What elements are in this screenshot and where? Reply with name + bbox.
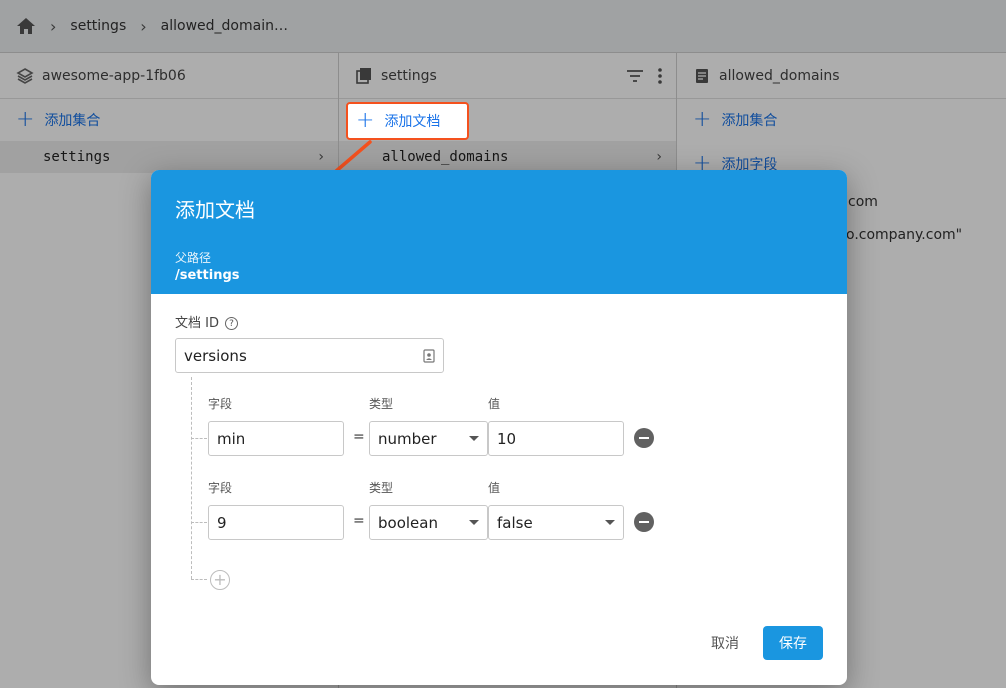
dialog-title: 添加文档: [175, 198, 255, 222]
tree-line: [191, 522, 207, 523]
add-document-dialog: 添加文档 父路径 /settings 文档 ID? versions 字段 类型…: [151, 170, 847, 685]
remove-field-icon[interactable]: [634, 512, 654, 532]
tree-line: [191, 579, 207, 580]
field-name-value: 9: [217, 513, 227, 532]
parent-path-value: /settings: [175, 268, 240, 283]
value-label: 值: [488, 397, 501, 411]
parent-path-label: 父路径: [175, 251, 212, 265]
doc-id-input[interactable]: versions: [175, 338, 444, 373]
add-document-label: 添加文档: [384, 114, 441, 130]
type-value: number: [378, 429, 437, 448]
remove-field-icon[interactable]: [634, 428, 654, 448]
field-name-input[interactable]: 9: [208, 505, 344, 540]
equals-sign: =: [353, 513, 365, 529]
field-name-input[interactable]: min: [208, 421, 344, 456]
save-button[interactable]: 保存: [763, 626, 823, 660]
tree-line: [191, 438, 207, 439]
type-label: 类型: [369, 481, 394, 495]
equals-sign: =: [353, 429, 365, 445]
contact-card-icon[interactable]: [423, 349, 435, 363]
type-select[interactable]: number: [369, 421, 488, 456]
dropdown-arrow-icon: [469, 520, 479, 525]
cancel-button[interactable]: 取消: [699, 626, 751, 660]
type-select[interactable]: boolean: [369, 505, 488, 540]
doc-id-label-text: 文档 ID: [175, 316, 219, 331]
value-select[interactable]: false: [488, 505, 624, 540]
help-icon[interactable]: ?: [224, 317, 238, 330]
plus-icon: +: [356, 108, 375, 133]
field-value: false: [497, 513, 533, 532]
add-field-icon[interactable]: +: [210, 570, 230, 590]
type-value: boolean: [378, 513, 438, 532]
dialog-header: 添加文档 父路径 /settings: [151, 170, 847, 294]
add-document-button[interactable]: + 添加文档: [346, 102, 469, 140]
value-input[interactable]: 10: [488, 421, 624, 456]
field-label: 字段: [208, 481, 233, 495]
type-label: 类型: [369, 397, 394, 411]
dropdown-arrow-icon: [469, 436, 479, 441]
field-name-value: min: [217, 429, 246, 448]
field-label: 字段: [208, 397, 233, 411]
doc-id-value: versions: [184, 346, 247, 365]
dropdown-arrow-icon: [605, 520, 615, 525]
value-label: 值: [488, 481, 501, 495]
field-value: 10: [497, 429, 517, 448]
tree-line: [191, 377, 192, 579]
doc-id-label: 文档 ID?: [175, 312, 238, 331]
